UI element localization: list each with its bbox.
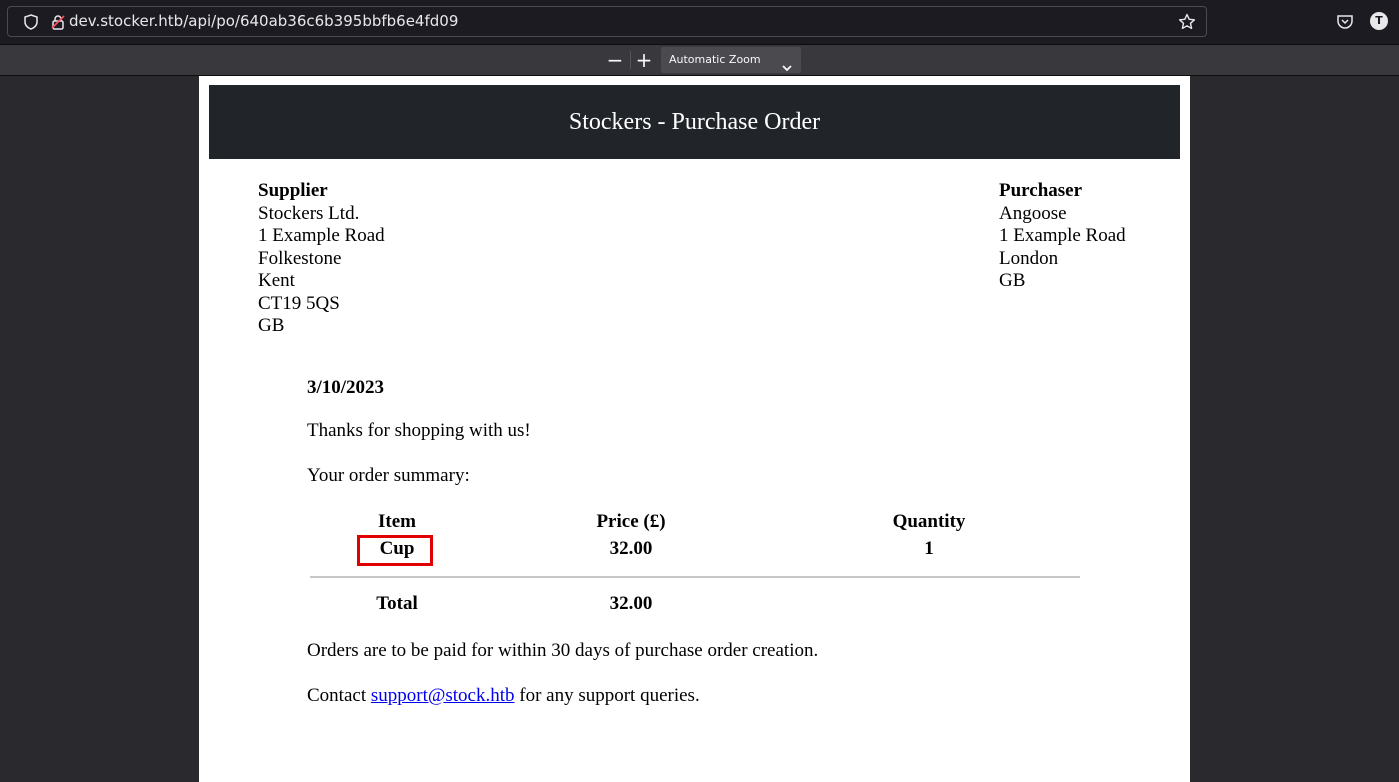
url-bar[interactable]: dev.stocker.htb/api/po/640ab36c6b395bbfb…	[7, 6, 1207, 37]
zoom-out-button[interactable]: −	[604, 48, 626, 72]
pdf-viewer-toolbar: − + Automatic Zoom	[0, 45, 1399, 76]
zoom-select-label: Automatic Zoom	[669, 53, 761, 66]
url-text[interactable]: dev.stocker.htb/api/po/640ab36c6b395bbfb…	[69, 12, 458, 30]
supplier-line: Kent	[258, 270, 295, 291]
table-cell-quantity: 1	[924, 538, 934, 559]
insecure-lock-icon[interactable]	[50, 14, 66, 34]
supplier-line: Stockers Ltd.	[258, 202, 360, 224]
supplier-address: Supplier Stockers Ltd. 1 Example Road Fo…	[258, 180, 385, 338]
document-banner: Stockers - Purchase Order	[209, 85, 1180, 159]
zoom-in-button[interactable]: +	[633, 48, 655, 72]
purchaser-line: Angoose	[999, 202, 1067, 224]
supplier-line: 1 Example Road	[258, 225, 385, 246]
contact-prefix: Contact	[307, 685, 371, 706]
table-header-quantity: Quantity	[892, 511, 966, 532]
purchaser-line: GB	[999, 270, 1026, 291]
zoom-select[interactable]: Automatic Zoom	[661, 47, 801, 73]
supplier-label: Supplier	[258, 180, 328, 201]
table-total-price: 32.00	[609, 593, 653, 614]
support-email-link[interactable]: support@stock.htb	[371, 685, 515, 706]
contact-line: Contact support@stock.htb for any suppor…	[307, 685, 700, 707]
supplier-line: Folkestone	[258, 247, 342, 269]
pocket-icon[interactable]	[1336, 13, 1354, 35]
bookmark-star-icon[interactable]	[1178, 13, 1196, 35]
thanks-message: Thanks for shopping with us!	[307, 420, 531, 441]
table-header-price: Price (£)	[596, 511, 666, 532]
browser-toolbar: dev.stocker.htb/api/po/640ab36c6b395bbfb…	[0, 0, 1399, 45]
supplier-line: CT19 5QS	[258, 292, 340, 314]
contact-suffix: for any support queries.	[514, 685, 700, 706]
purchaser-label: Purchaser	[999, 180, 1083, 201]
tracking-protection-shield-icon[interactable]	[23, 14, 39, 34]
order-date: 3/10/2023	[307, 377, 385, 398]
payment-terms: Orders are to be paid for within 30 days…	[307, 640, 819, 661]
table-total-label: Total	[376, 593, 418, 614]
purchaser-line: 1 Example Road	[999, 225, 1126, 246]
table-header-item: Item	[378, 511, 416, 532]
purchaser-address: Purchaser Angoose 1 Example Road London …	[999, 180, 1126, 293]
document-title: Stockers - Purchase Order	[568, 109, 821, 135]
item-highlight-box	[357, 535, 433, 566]
table-cell-price: 32.00	[609, 538, 653, 559]
supplier-line: GB	[258, 315, 285, 336]
toolbar-divider	[630, 51, 631, 69]
table-divider	[310, 576, 1080, 578]
purchaser-line: London	[999, 247, 1059, 269]
account-avatar[interactable]: T	[1370, 12, 1388, 30]
order-summary-intro: Your order summary:	[307, 465, 470, 486]
pdf-page: Stockers - Purchase Order Supplier Stock…	[199, 76, 1190, 782]
